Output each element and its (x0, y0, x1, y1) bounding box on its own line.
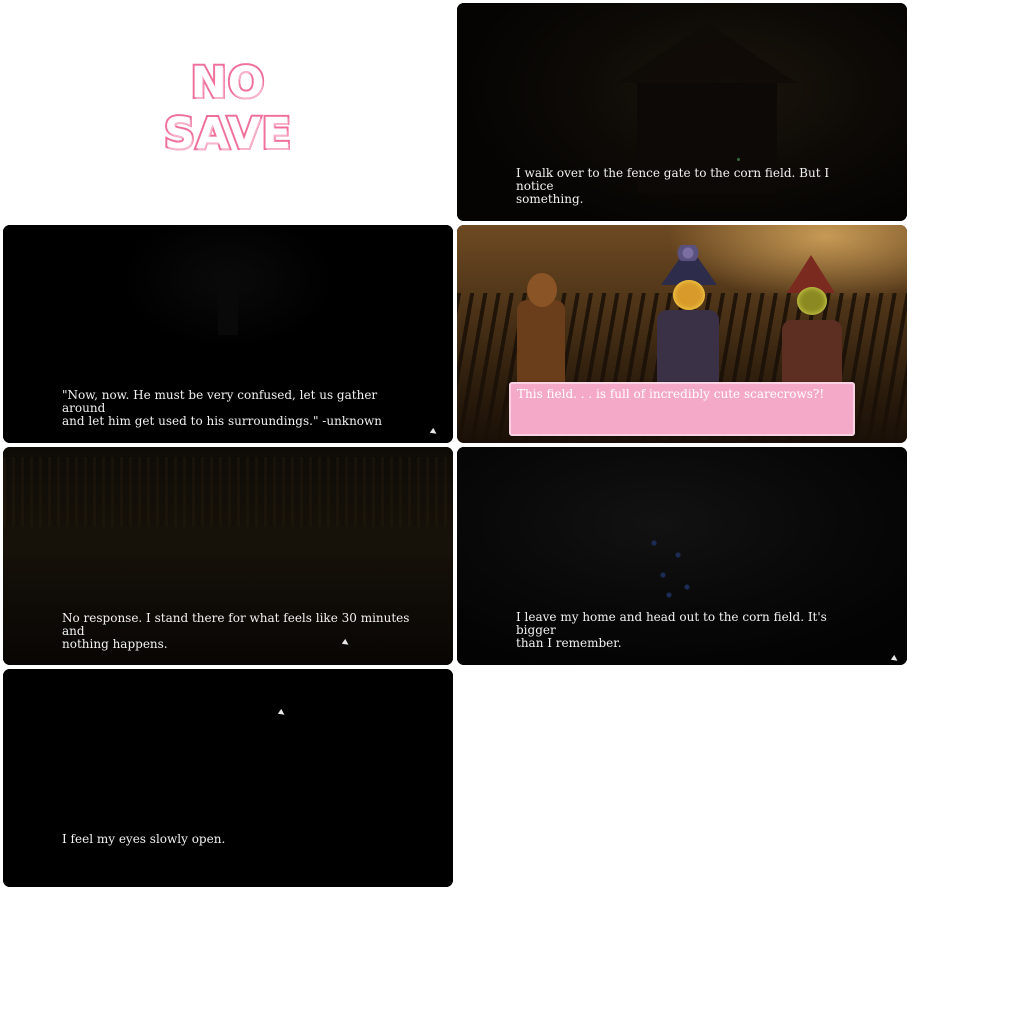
screenshot-collage: NO SAVE I walk over to the fence gate to… (0, 0, 1024, 1024)
corn-row (3, 457, 453, 527)
gate-light (737, 158, 740, 161)
dialog-box[interactable]: This field. . . is full of incredibly cu… (509, 382, 855, 436)
sparkle-figure (642, 527, 702, 607)
dialog-text: I walk over to the fence gate to the cor… (516, 166, 830, 206)
panel-fence-gate: I walk over to the fence gate to the cor… (457, 3, 907, 221)
panel-leave-home: I leave my home and head out to the corn… (457, 447, 907, 665)
dialog-text: I leave my home and head out to the corn… (516, 610, 827, 650)
dialog-text: "Now, now. He must be very confused, let… (62, 388, 383, 428)
panel-confused: "Now, now. He must be very confused, let… (3, 225, 453, 443)
no-save-badge: NO SAVE (160, 56, 296, 161)
dialog-text: No response. I stand there for what feel… (62, 611, 410, 651)
no-save-line1: NO (189, 56, 267, 110)
dialog-text: This field. . . is full of incredibly cu… (517, 387, 825, 401)
pumpkin-head-icon (673, 280, 705, 310)
panel-eyes-open: I feel my eyes slowly open. (3, 669, 453, 887)
pumpkin-head-icon (797, 287, 827, 315)
panel-scarecrows: This field. . . is full of incredibly cu… (457, 225, 907, 443)
scene-background (3, 669, 453, 887)
no-save-line2: SAVE (162, 107, 293, 161)
dialog-text: I feel my eyes slowly open. (62, 832, 226, 846)
shadow-figure (218, 275, 238, 335)
house-silhouette (617, 23, 797, 83)
flower-icon (677, 245, 699, 261)
scarecrow-left-head (527, 273, 557, 307)
panel-no-response: No response. I stand there for what feel… (3, 447, 453, 665)
